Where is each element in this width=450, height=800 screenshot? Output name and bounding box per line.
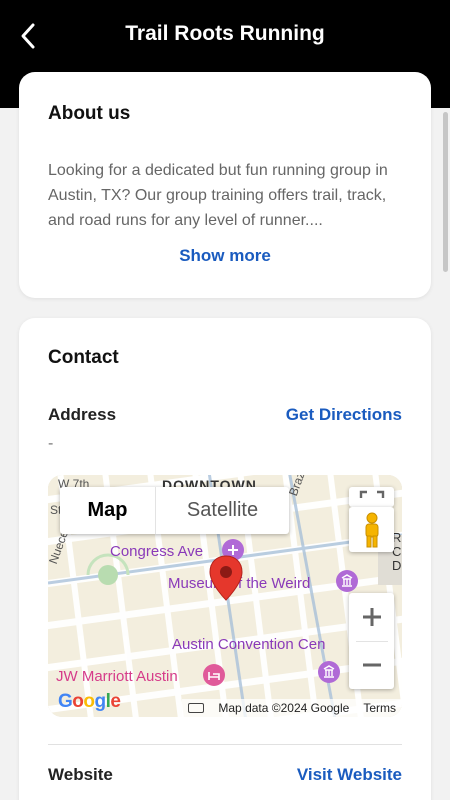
map-type-map-button[interactable]: Map: [60, 487, 156, 534]
map-label-congress: Congress Ave: [110, 543, 204, 560]
fullscreen-button[interactable]: [349, 487, 394, 507]
map-label-jw: JW Marriott Austin: [56, 668, 178, 685]
contact-card: Contact Address Get Directions - DOWNTOW…: [19, 318, 431, 800]
map-type-control: Map Satellite: [60, 487, 289, 534]
page-title: Trail Roots Running: [125, 22, 325, 45]
zoom-out-button[interactable]: [349, 641, 394, 689]
location-pin-icon[interactable]: [209, 555, 243, 601]
zoom-control: [349, 593, 394, 689]
google-logo: Google: [58, 691, 121, 712]
zoom-in-button[interactable]: [349, 593, 394, 641]
address-value: -: [48, 435, 54, 452]
website-label: Website: [48, 765, 113, 784]
pegman-icon: [365, 512, 378, 547]
contact-divider: [48, 744, 402, 745]
map-data-text: Map data ©2024 Google: [218, 701, 350, 715]
museum-poi-icon: [336, 570, 358, 592]
plus-icon: [362, 607, 381, 626]
terms-link[interactable]: Terms: [363, 701, 396, 715]
about-description: Looking for a dedicated but fun running …: [48, 162, 388, 229]
map-attribution: Map data ©2024 Google Terms: [182, 699, 402, 717]
map-type-satellite-button[interactable]: Satellite: [156, 487, 289, 534]
fullscreen-icon: [359, 490, 384, 498]
minus-icon: [362, 663, 381, 667]
hotel-poi-icon: [203, 664, 225, 686]
street-view-button[interactable]: [349, 507, 394, 552]
about-card: About us Looking for a dedicated but fun…: [19, 72, 431, 298]
show-more-button[interactable]: Show more: [19, 246, 431, 266]
visit-website-link[interactable]: Visit Website: [297, 765, 402, 785]
address-label: Address: [48, 405, 117, 424]
convention-poi-icon: [318, 661, 340, 683]
keyboard-icon[interactable]: [188, 703, 205, 713]
map-view[interactable]: DOWNTOWN W 7th St Brazos St Nueces St Co…: [48, 475, 402, 717]
contact-title: Contact: [48, 347, 119, 368]
map-label-convention: Austin Convention Cen: [172, 636, 326, 653]
scrollbar[interactable]: [443, 112, 448, 272]
about-title: About us: [48, 103, 131, 124]
get-directions-link[interactable]: Get Directions: [286, 405, 402, 425]
